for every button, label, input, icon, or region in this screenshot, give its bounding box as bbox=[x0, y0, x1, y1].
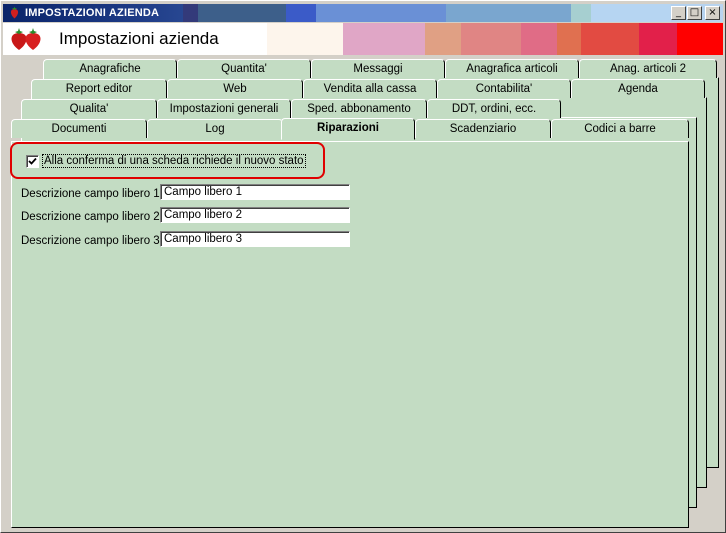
tab-web[interactable]: Web bbox=[167, 79, 303, 98]
window-title: IMPOSTAZIONI AZIENDA bbox=[25, 7, 160, 19]
tab-agenda[interactable]: Agenda bbox=[571, 79, 705, 98]
tab-sped-abbonamento[interactable]: Sped. abbonamento bbox=[291, 99, 427, 118]
tab-scadenziario[interactable]: Scadenziario bbox=[415, 119, 551, 138]
tab-riparazioni[interactable]: Riparazioni bbox=[281, 118, 415, 140]
tab-report-editor[interactable]: Report editor bbox=[31, 79, 167, 98]
tab-quantita[interactable]: Quantita' bbox=[177, 59, 311, 78]
strawberry-icon bbox=[10, 6, 19, 19]
tab-documenti[interactable]: Documenti bbox=[11, 119, 147, 138]
campo-libero-1-label: Descrizione campo libero 1 : bbox=[21, 188, 167, 200]
campo-libero-3-input[interactable]: Campo libero 3 bbox=[160, 231, 350, 247]
close-button[interactable]: × bbox=[705, 6, 720, 20]
app-window: IMPOSTAZIONI AZIENDA _ □ × Impostazioni … bbox=[0, 0, 726, 533]
maximize-button[interactable]: □ bbox=[687, 6, 702, 20]
tab-log[interactable]: Log bbox=[147, 119, 283, 138]
nuovo-stato-checkbox[interactable] bbox=[26, 155, 39, 168]
tab-ddt-ordini[interactable]: DDT, ordini, ecc. bbox=[427, 99, 561, 118]
campo-libero-1-input[interactable]: Campo libero 1 bbox=[160, 184, 350, 200]
tab-codici-a-barre[interactable]: Codici a barre bbox=[551, 119, 689, 138]
header-title: Impostazioni azienda bbox=[59, 29, 219, 48]
campo-libero-3-label: Descrizione campo libero 3 : bbox=[21, 235, 167, 247]
tab-contabilita[interactable]: Contabilita' bbox=[437, 79, 571, 98]
checkmark-icon bbox=[28, 157, 37, 165]
campo-libero-2-input[interactable]: Campo libero 2 bbox=[160, 207, 350, 223]
header-banner: Impostazioni azienda bbox=[3, 23, 723, 55]
tab-qualita[interactable]: Qualita' bbox=[21, 99, 157, 118]
nuovo-stato-checkbox-label[interactable]: Alla conferma di una scheda richiede il … bbox=[42, 154, 306, 168]
tab-messaggi[interactable]: Messaggi bbox=[311, 59, 445, 78]
strawberry-logo-icon bbox=[11, 28, 41, 50]
tab-anagrafiche[interactable]: Anagrafiche bbox=[43, 59, 177, 78]
riparazioni-panel: Alla conferma di una scheda richiede il … bbox=[10, 141, 689, 528]
campo-libero-2-label: Descrizione campo libero 2 : bbox=[21, 211, 167, 223]
tab-anag-articoli-2[interactable]: Anag. articoli 2 bbox=[579, 59, 717, 78]
tab-impostazioni-generali[interactable]: Impostazioni generali bbox=[157, 99, 291, 118]
title-bar[interactable]: IMPOSTAZIONI AZIENDA _ □ × bbox=[3, 4, 723, 22]
minimize-button[interactable]: _ bbox=[671, 6, 686, 20]
tab-anagrafica-articoli[interactable]: Anagrafica articoli bbox=[445, 59, 579, 78]
tab-vendita-alla-cassa[interactable]: Vendita alla cassa bbox=[303, 79, 437, 98]
